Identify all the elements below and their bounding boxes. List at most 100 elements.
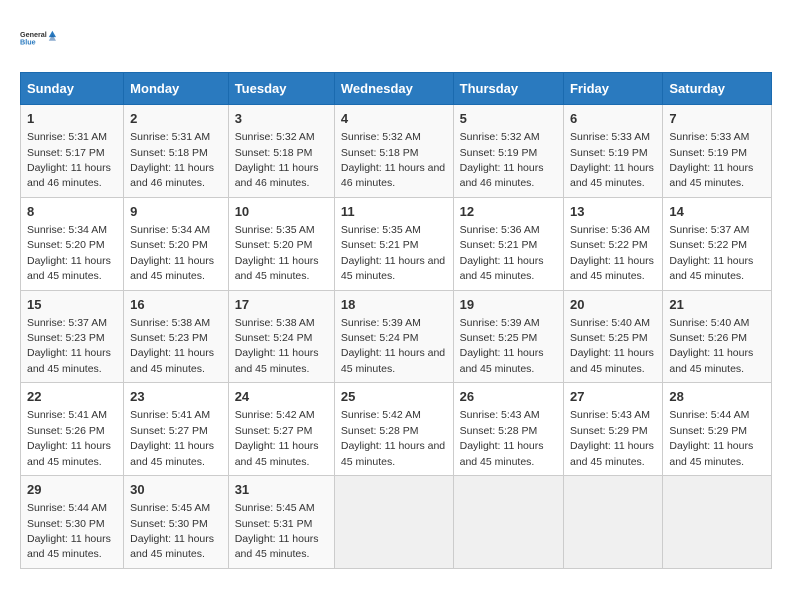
daylight-info: Daylight: 11 hours and 45 minutes. [570,255,654,282]
day-number: 30 [130,481,222,499]
calendar-cell: 1Sunrise: 5:31 AMSunset: 5:17 PMDaylight… [21,105,124,198]
calendar-week-4: 22Sunrise: 5:41 AMSunset: 5:26 PMDayligh… [21,383,772,476]
day-number: 25 [341,388,447,406]
sunset-info: Sunset: 5:20 PM [235,239,313,251]
sunrise-info: Sunrise: 5:35 AM [235,224,315,236]
sunrise-info: Sunrise: 5:38 AM [235,317,315,329]
sunset-info: Sunset: 5:27 PM [130,425,208,437]
calendar-cell: 12Sunrise: 5:36 AMSunset: 5:21 PMDayligh… [453,197,563,290]
sunset-info: Sunset: 5:31 PM [235,518,313,530]
day-number: 19 [460,296,557,314]
calendar-cell: 27Sunrise: 5:43 AMSunset: 5:29 PMDayligh… [563,383,662,476]
day-number: 10 [235,203,328,221]
sunrise-info: Sunrise: 5:36 AM [460,224,540,236]
sunset-info: Sunset: 5:21 PM [460,239,538,251]
calendar-table: SundayMondayTuesdayWednesdayThursdayFrid… [20,72,772,569]
sunset-info: Sunset: 5:19 PM [570,147,648,159]
day-number: 21 [669,296,765,314]
daylight-info: Daylight: 11 hours and 45 minutes. [669,255,753,282]
daylight-info: Daylight: 11 hours and 46 minutes. [130,162,214,189]
sunrise-info: Sunrise: 5:34 AM [130,224,210,236]
calendar-cell: 23Sunrise: 5:41 AMSunset: 5:27 PMDayligh… [124,383,229,476]
sunrise-info: Sunrise: 5:37 AM [669,224,749,236]
day-number: 2 [130,110,222,128]
daylight-info: Daylight: 11 hours and 45 minutes. [27,255,111,282]
daylight-info: Daylight: 11 hours and 45 minutes. [669,162,753,189]
calendar-week-1: 1 Sunrise: 5:31 AM Sunset: 5:17 PM Daylight… [21,105,772,198]
day-number: 20 [570,296,656,314]
sunrise-info: Sunrise: 5:41 AM [130,409,210,421]
calendar-header: SundayMondayTuesdayWednesdayThursdayFrid… [21,73,772,105]
daylight-info: Daylight: 11 hours and 45 minutes. [669,440,753,467]
sunset-info: Sunset: 5:30 PM [130,518,208,530]
day-number: 14 [669,203,765,221]
day-number: 8 [27,203,117,221]
day-number: 1 [27,110,117,128]
calendar-cell: 19Sunrise: 5:39 AMSunset: 5:25 PMDayligh… [453,290,563,383]
calendar-cell: 25Sunrise: 5:42 AMSunset: 5:28 PMDayligh… [334,383,453,476]
header-tuesday: Tuesday [228,73,334,105]
calendar-cell: 13Sunrise: 5:36 AMSunset: 5:22 PMDayligh… [563,197,662,290]
daylight-info: Daylight: 11 hours and 45 minutes. [460,255,544,282]
day-number: 29 [27,481,117,499]
sunset-info: Sunset: 5:25 PM [460,332,538,344]
calendar-cell: 3Sunrise: 5:32 AMSunset: 5:18 PMDaylight… [228,105,334,198]
calendar-cell: 10 Sunrise: 5:35 AM Sunset: 5:20 PM Dayligh… [228,197,334,290]
sunrise-info: Sunrise: 5:31 AM [27,131,107,143]
day-number: 28 [669,388,765,406]
daylight-info: Daylight: 11 hours and 45 minutes. [235,255,319,282]
sunset-info: Sunset: 5:28 PM [460,425,538,437]
calendar-cell: 14Sunrise: 5:37 AMSunset: 5:22 PMDayligh… [663,197,772,290]
day-number: 15 [27,296,117,314]
daylight-info: Daylight: 11 hours and 45 minutes. [460,347,544,374]
calendar-cell [453,476,563,569]
sunset-info: Sunset: 5:20 PM [130,239,208,251]
day-number: 5 [460,110,557,128]
day-number: 23 [130,388,222,406]
calendar-cell: 2 Sunrise: 5:31 AM Sunset: 5:18 PM Daylight… [124,105,229,198]
sunrise-info: Sunrise: 5:32 AM [460,131,540,143]
sunset-info: Sunset: 5:18 PM [235,147,313,159]
daylight-info: Daylight: 11 hours and 45 minutes. [460,440,544,467]
calendar-cell: 29Sunrise: 5:44 AMSunset: 5:30 PMDayligh… [21,476,124,569]
sunrise-info: Sunrise: 5:32 AM [341,131,421,143]
daylight-info: Daylight: 11 hours and 45 minutes. [669,347,753,374]
calendar-week-5: 29Sunrise: 5:44 AMSunset: 5:30 PMDayligh… [21,476,772,569]
sunset-info: Sunset: 5:26 PM [27,425,105,437]
sunrise-info: Sunrise: 5:35 AM [341,224,421,236]
daylight-info: Daylight: 11 hours and 45 minutes. [341,347,445,374]
sunset-info: Sunset: 5:18 PM [341,147,419,159]
sunset-info: Sunset: 5:18 PM [130,147,208,159]
sunset-info: Sunset: 5:25 PM [570,332,648,344]
sunset-info: Sunset: 5:17 PM [27,147,105,159]
daylight-info: Daylight: 11 hours and 46 minutes. [460,162,544,189]
sunset-info: Sunset: 5:24 PM [235,332,313,344]
sunrise-info: Sunrise: 5:43 AM [460,409,540,421]
sunrise-info: Sunrise: 5:39 AM [341,317,421,329]
header: General Blue [20,20,772,56]
sunrise-info: Sunrise: 5:41 AM [27,409,107,421]
day-number: 27 [570,388,656,406]
calendar-cell: 21Sunrise: 5:40 AMSunset: 5:26 PMDayligh… [663,290,772,383]
sunrise-info: Sunrise: 5:40 AM [570,317,650,329]
svg-text:Blue: Blue [20,38,36,47]
calendar-cell: 8Sunrise: 5:34 AMSunset: 5:20 PMDaylight… [21,197,124,290]
day-number: 31 [235,481,328,499]
sunset-info: Sunset: 5:24 PM [341,332,419,344]
header-wednesday: Wednesday [334,73,453,105]
sunrise-info: Sunrise: 5:36 AM [570,224,650,236]
daylight-info: Daylight: 11 hours and 45 minutes. [235,533,319,560]
daylight-info: Daylight: 11 hours and 45 minutes. [27,347,111,374]
calendar-cell: 30Sunrise: 5:45 AMSunset: 5:30 PMDayligh… [124,476,229,569]
sunrise-info: Sunrise: 5:40 AM [669,317,749,329]
calendar-cell: 5Sunrise: 5:32 AMSunset: 5:19 PMDaylight… [453,105,563,198]
sunset-info: Sunset: 5:20 PM [27,239,105,251]
day-number: 3 [235,110,328,128]
daylight-info: Daylight: 11 hours and 45 minutes. [570,347,654,374]
sunset-info: Sunset: 5:29 PM [570,425,648,437]
day-number: 24 [235,388,328,406]
logo: General Blue [20,20,56,56]
sunrise-info: Sunrise: 5:31 AM [130,131,210,143]
day-number: 9 [130,203,222,221]
day-number: 26 [460,388,557,406]
